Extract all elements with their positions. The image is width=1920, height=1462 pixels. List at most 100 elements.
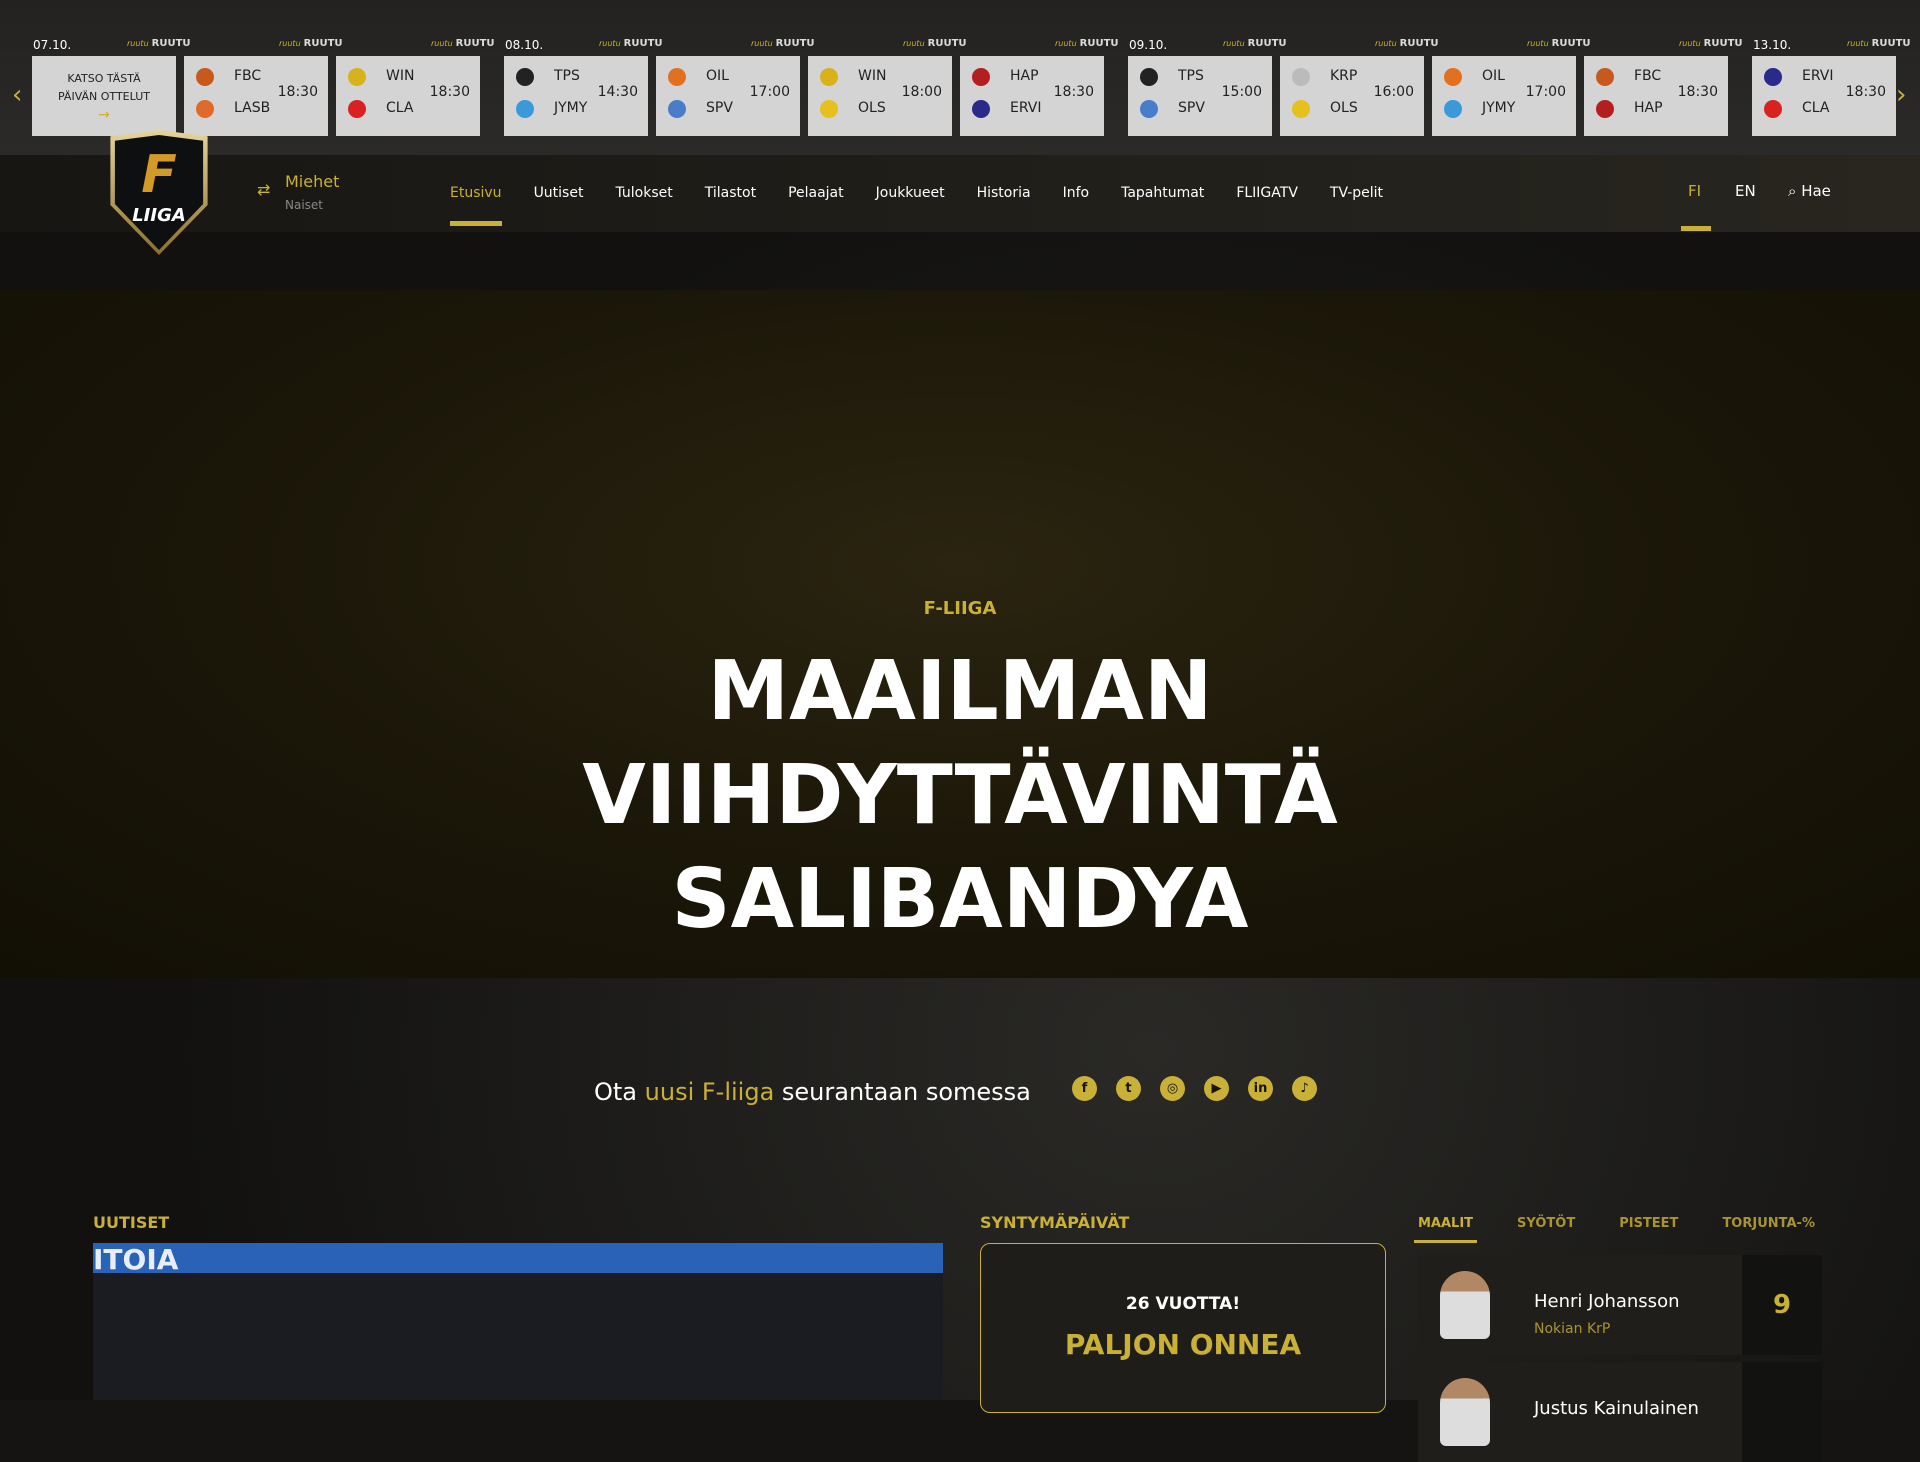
birthday-card: 26 VUOTTA! PALJON ONNEA	[980, 1243, 1386, 1413]
tab-maalit[interactable]: MAALIT	[1413, 1216, 1478, 1243]
swap-icon: ⇄	[257, 180, 271, 199]
team-logo-icon	[668, 68, 686, 86]
logo-letter: F	[141, 145, 177, 205]
menu: Etusivu Uutiset Tulokset Tilastot Pelaajat Jo…	[450, 185, 1383, 226]
league-switch[interactable]: ⇄ Miehet Naiset	[257, 172, 377, 218]
nav-item-etusivu[interactable]: Etusivu	[450, 185, 502, 226]
facebook-icon[interactable]: f	[1072, 1076, 1097, 1101]
birthday-greeting: PALJON ONNEA	[1064, 1328, 1302, 1361]
youtube-icon[interactable]: ▶	[1204, 1076, 1229, 1101]
broadcaster-label: ruutu RUUTU	[599, 38, 663, 49]
ticker-next-button[interactable]: ›	[1896, 80, 1906, 110]
broadcaster-label: ruutu RUUTU	[1223, 38, 1287, 49]
todays-games-link[interactable]: KATSO TÄSTÄ PÄIVÄN OTTELUT →	[32, 56, 176, 136]
player-stat-value: 9	[1742, 1255, 1822, 1355]
nav-item-tv-pelit[interactable]: TV-pelit	[1330, 185, 1383, 201]
broadcaster-name: RUUTU	[1551, 38, 1591, 49]
team-logo-icon	[348, 68, 366, 86]
social-cta: Ota uusi F-liiga seurantaan somessa	[594, 1078, 1031, 1106]
stats-row[interactable]: Justus Kainulainen	[1418, 1362, 1822, 1462]
player-name: Justus Kainulainen	[1534, 1398, 1699, 1419]
team-logo-icon	[516, 68, 534, 86]
team-logo-icon	[196, 100, 214, 118]
game-card[interactable]: FBC LASB 18:30	[184, 56, 328, 136]
team-logo-icon	[1596, 68, 1614, 86]
nav-item-pelaajat[interactable]: Pelaajat	[788, 185, 844, 201]
home-team: KRP	[1330, 68, 1358, 84]
search-icon: ⌕	[1788, 182, 1797, 200]
ruutu-logo-icon: ruutu	[431, 39, 453, 48]
twitter-icon[interactable]: t	[1116, 1076, 1141, 1101]
home-team: OIL	[706, 68, 729, 84]
away-team: HAP	[1634, 100, 1663, 116]
broadcaster-name: RUUTU	[303, 38, 343, 49]
game-card[interactable]: TPS JYMY 14:30	[504, 56, 648, 136]
nav-item-joukkueet[interactable]: Joukkueet	[876, 185, 945, 201]
team-logo-icon	[820, 68, 838, 86]
ticker-prev-button[interactable]: ‹	[12, 80, 22, 110]
search-button[interactable]: ⌕ Hae	[1788, 182, 1831, 200]
broadcaster-name: RUUTU	[1703, 38, 1743, 49]
away-team: OLS	[858, 100, 886, 116]
league-other[interactable]: Naiset	[285, 198, 323, 212]
nav-item-fliigatv[interactable]: FLIIGATV	[1236, 185, 1298, 201]
team-logo-icon	[1140, 68, 1158, 86]
broadcaster-label: ruutu RUUTU	[1055, 38, 1119, 49]
nav-item-tapahtumat[interactable]: Tapahtumat	[1121, 185, 1204, 201]
away-team: OLS	[1330, 100, 1358, 116]
broadcaster-name: RUUTU	[623, 38, 663, 49]
game-time: 18:30	[1677, 84, 1718, 100]
hero-kicker: F-LIIGA	[923, 598, 997, 619]
ruutu-logo-icon: ruutu	[1375, 39, 1397, 48]
league-active[interactable]: Miehet	[285, 172, 339, 191]
game-card[interactable]: OIL JYMY 17:00	[1432, 56, 1576, 136]
team-logo-icon	[820, 100, 838, 118]
tab-torjunta[interactable]: TORJUNTA-%	[1722, 1216, 1815, 1231]
away-team: CLA	[1802, 100, 1830, 116]
nav-item-uutiset[interactable]: Uutiset	[534, 185, 584, 201]
away-team: JYMY	[1482, 100, 1516, 116]
news-image[interactable]: ITOIA	[93, 1243, 943, 1400]
nav-item-historia[interactable]: Historia	[977, 185, 1031, 201]
game-card[interactable]: WIN CLA 18:30	[336, 56, 480, 136]
tiktok-icon[interactable]: ♪	[1292, 1076, 1317, 1101]
home-team: FBC	[1634, 68, 1662, 84]
instagram-icon[interactable]: ◎	[1160, 1076, 1185, 1101]
game-card[interactable]: WIN OLS 18:00	[808, 56, 952, 136]
away-team: LASB	[234, 100, 271, 116]
game-card[interactable]: OIL SPV 17:00	[656, 56, 800, 136]
broadcaster-name: RUUTU	[455, 38, 495, 49]
game-card[interactable]: HAP ERVI 18:30	[960, 56, 1104, 136]
tab-pisteet[interactable]: PISTEET	[1619, 1216, 1678, 1231]
tab-syotot[interactable]: SYÖTÖT	[1517, 1216, 1575, 1231]
broadcaster-name: RUUTU	[1399, 38, 1439, 49]
game-time: 18:30	[1053, 84, 1094, 100]
hero-title: MAAILMAN VIIHDYTTÄVINTÄ SALIBANDYA	[0, 640, 1920, 952]
nav-item-info[interactable]: Info	[1063, 185, 1090, 201]
lang-fi[interactable]: FI	[1688, 182, 1701, 200]
ruutu-logo-icon: ruutu	[127, 39, 149, 48]
linkedin-icon[interactable]: in	[1248, 1076, 1273, 1101]
arrow-right-icon: →	[98, 107, 110, 123]
ruutu-logo-icon: ruutu	[903, 39, 925, 48]
broadcaster-label: ruutu RUUTU	[127, 38, 191, 49]
game-time: 18:00	[901, 84, 942, 100]
hero-title-line: MAAILMAN	[707, 644, 1213, 739]
broadcaster-name: RUUTU	[1871, 38, 1911, 49]
nav-item-tilastot[interactable]: Tilastot	[705, 185, 756, 201]
game-card[interactable]: KRP OLS 16:00	[1280, 56, 1424, 136]
hero-banner: F-LIIGA MAAILMAN VIIHDYTTÄVINTÄ SALIBAND…	[0, 290, 1920, 978]
nav-item-tulokset[interactable]: Tulokset	[615, 185, 672, 201]
lang-en[interactable]: EN	[1735, 182, 1756, 200]
game-card[interactable]: FBC HAP 18:30	[1584, 56, 1728, 136]
ticker-date: 13.10.	[1753, 38, 1792, 52]
game-card[interactable]: ERVI CLA 18:30	[1752, 56, 1896, 136]
game-time: 14:30	[597, 84, 638, 100]
player-avatar	[1440, 1378, 1490, 1446]
hero-title-line: VIIHDYTTÄVINTÄ	[582, 748, 1338, 843]
ruutu-logo-icon: ruutu	[1527, 39, 1549, 48]
ruutu-logo-icon: ruutu	[1223, 39, 1245, 48]
ticker-date: 07.10.	[33, 38, 72, 52]
stats-row[interactable]: Henri Johansson Nokian KrP 9	[1418, 1255, 1822, 1355]
game-card[interactable]: TPS SPV 15:00	[1128, 56, 1272, 136]
